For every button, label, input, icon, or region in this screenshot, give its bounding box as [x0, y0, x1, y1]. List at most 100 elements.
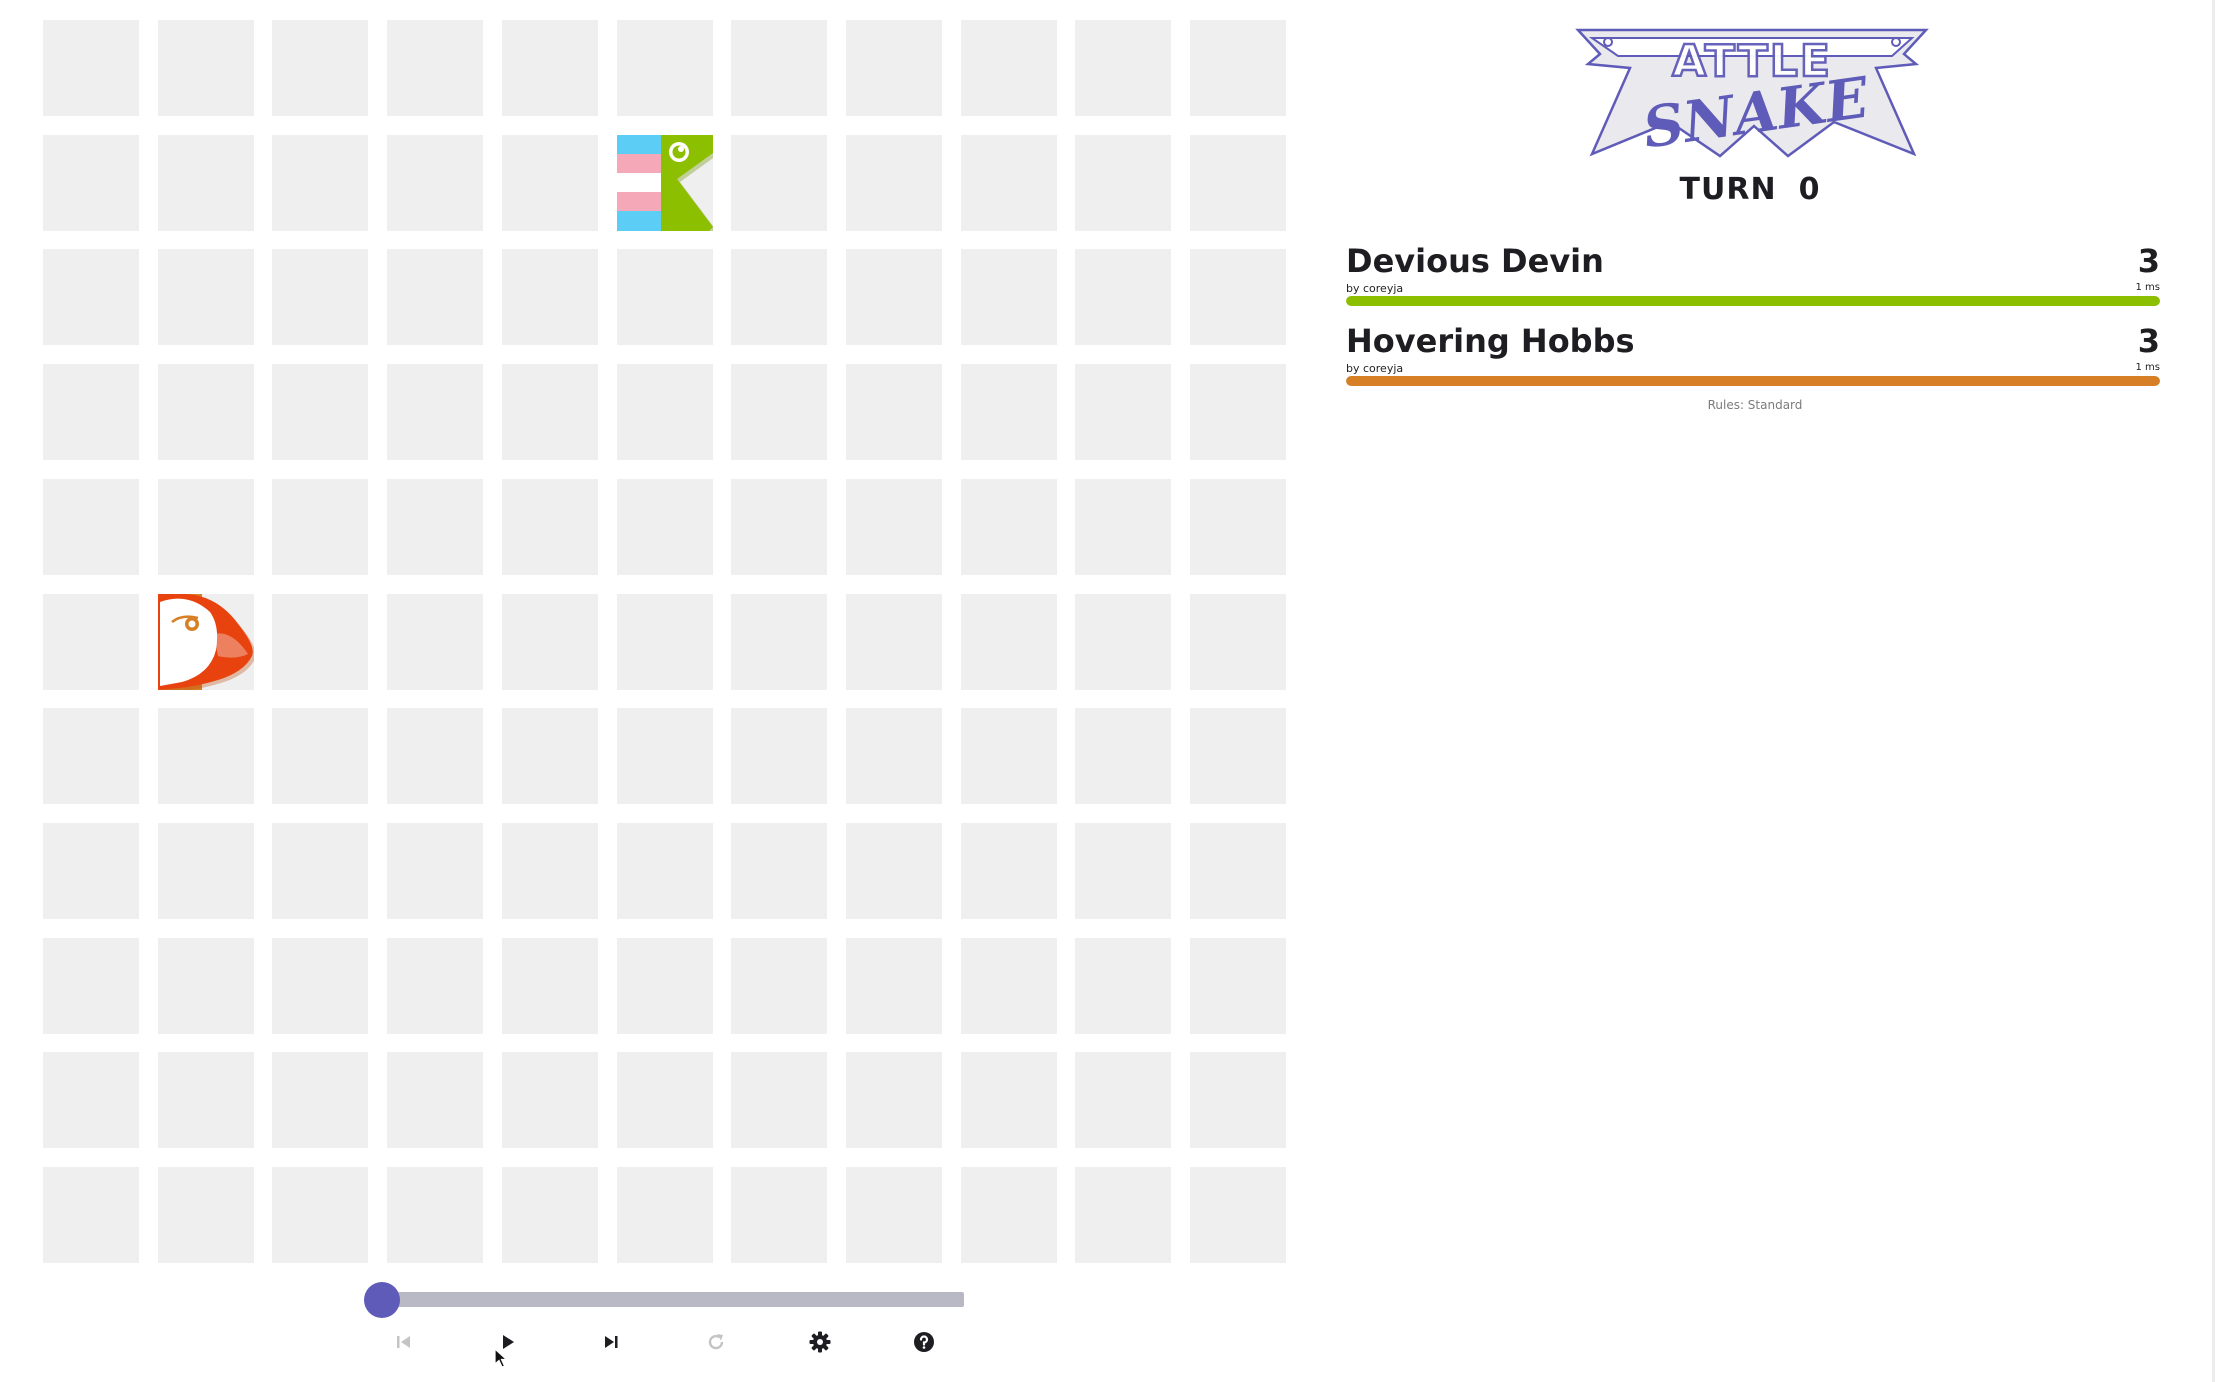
- board-cell: [272, 594, 368, 690]
- board-cell: [731, 1052, 827, 1148]
- board-cell: [617, 1052, 713, 1148]
- board-cell: [387, 708, 483, 804]
- board-cell: [158, 708, 254, 804]
- board-cell: [1190, 135, 1286, 231]
- board-cell: [272, 364, 368, 460]
- turn-label: TURN: [1679, 172, 1777, 207]
- board-cell: [158, 479, 254, 575]
- snake-card[interactable]: Hovering Hobbs 3 by coreyja 1 ms: [1346, 322, 2160, 388]
- turn-timeline-handle[interactable]: [364, 1282, 400, 1318]
- health-bar-fill: [1346, 296, 2160, 306]
- game-viewer: ATTLE SNAKE TURN 0 Devious Devin 3 by cor…: [0, 0, 2215, 1382]
- board-cell: [617, 708, 713, 804]
- board-cell: [272, 1167, 368, 1263]
- board-cell: [502, 938, 598, 1034]
- board-cell: [272, 823, 368, 919]
- board-cell: [846, 20, 942, 116]
- snake-author: by coreyja: [1346, 362, 1404, 375]
- board-cell: [961, 823, 1057, 919]
- board-cell: [387, 479, 483, 575]
- step-forward-icon: [605, 1336, 618, 1348]
- help-button[interactable]: [904, 1322, 944, 1362]
- board-cell: [43, 823, 139, 919]
- board-cell: [846, 1167, 942, 1263]
- board-cell: [387, 135, 483, 231]
- board-cell: [846, 479, 942, 575]
- board-cell: [1190, 938, 1286, 1034]
- board-cell: [43, 594, 139, 690]
- snake-length: 3: [2137, 242, 2160, 280]
- board-cell: [617, 249, 713, 345]
- board-cell: [387, 938, 483, 1034]
- board-cell: [1075, 938, 1171, 1034]
- settings-button[interactable]: [800, 1322, 840, 1362]
- board-cell: [731, 708, 827, 804]
- board-cell: [43, 708, 139, 804]
- board-cell: [158, 20, 254, 116]
- board-cell: [502, 1052, 598, 1148]
- snake-name: Hovering Hobbs: [1346, 322, 1635, 360]
- snake-author: by coreyja: [1346, 282, 1404, 295]
- board-cell: [1190, 249, 1286, 345]
- snake-devious-devin: [617, 135, 716, 234]
- board-cell: [272, 135, 368, 231]
- board-cell: [961, 1167, 1057, 1263]
- board-cell: [387, 20, 483, 116]
- board-cell: [387, 249, 483, 345]
- snake-head-green-icon: [617, 135, 716, 234]
- skip-to-start-button[interactable]: [384, 1322, 424, 1362]
- board-cell: [1190, 823, 1286, 919]
- board-cell: [158, 249, 254, 345]
- board-cell: [158, 938, 254, 1034]
- board-cell: [502, 364, 598, 460]
- board-cell: [43, 249, 139, 345]
- snake-card[interactable]: Devious Devin 3 by coreyja 1 ms: [1346, 242, 2160, 308]
- board-cell: [961, 479, 1057, 575]
- board-cell: [1075, 708, 1171, 804]
- board-cell: [961, 1052, 1057, 1148]
- board-cell: [731, 1167, 827, 1263]
- board-cell: [1075, 364, 1171, 460]
- board-cell: [158, 135, 254, 231]
- board-cell: [272, 708, 368, 804]
- board-cell: [1075, 594, 1171, 690]
- reload-button[interactable]: [696, 1322, 736, 1362]
- board-cell: [43, 938, 139, 1034]
- board-cell: [502, 594, 598, 690]
- board-cell: [617, 20, 713, 116]
- board-cell: [1190, 20, 1286, 116]
- board-cell: [1190, 1167, 1286, 1263]
- board-cell: [387, 823, 483, 919]
- board-cell: [1190, 708, 1286, 804]
- board-cell: [387, 1167, 483, 1263]
- board-cell: [272, 20, 368, 116]
- board-cell: [387, 594, 483, 690]
- board-cell: [1190, 594, 1286, 690]
- turn-timeline-track[interactable]: [381, 1292, 964, 1307]
- snake-hovering-hobbs: [158, 594, 256, 693]
- board-cell: [1075, 20, 1171, 116]
- help-icon: [914, 1332, 934, 1352]
- board-cell: [43, 20, 139, 116]
- step-forward-button[interactable]: [591, 1322, 631, 1362]
- board-cell: [846, 364, 942, 460]
- board-cell: [43, 1052, 139, 1148]
- snake-latency: 1 ms: [2135, 362, 2161, 373]
- board-cell: [1190, 364, 1286, 460]
- board-cell: [961, 364, 1057, 460]
- board-cell: [158, 1052, 254, 1148]
- board-cell: [502, 135, 598, 231]
- board-cell: [1075, 1167, 1171, 1263]
- board-cell: [731, 20, 827, 116]
- board-cell: [731, 249, 827, 345]
- board-cell: [961, 938, 1057, 1034]
- board-cell: [846, 938, 942, 1034]
- board-cell: [387, 364, 483, 460]
- board-cell: [1190, 479, 1286, 575]
- board-cell: [961, 708, 1057, 804]
- board-cell: [1075, 479, 1171, 575]
- reload-icon: [708, 1334, 724, 1350]
- board-cell: [731, 135, 827, 231]
- board-cell: [961, 249, 1057, 345]
- board-cell: [502, 708, 598, 804]
